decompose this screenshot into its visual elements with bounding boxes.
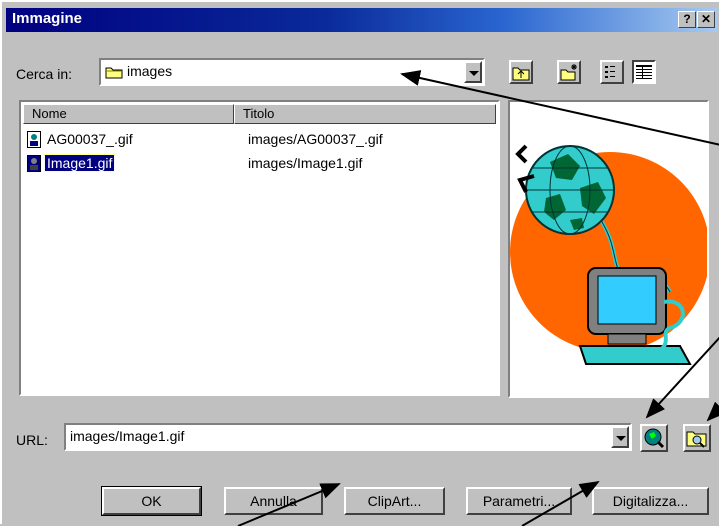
folder-search-icon bbox=[686, 431, 707, 448]
file-list[interactable]: Nome Titolo AG00037_.gif images/AG00037_… bbox=[19, 100, 500, 396]
details-view-button[interactable] bbox=[632, 60, 656, 84]
dialog-window: Immagine ? ✕ Cerca in: images Nome Titol… bbox=[0, 0, 719, 526]
ok-button[interactable]: OK bbox=[101, 486, 202, 516]
url-dropdown-button[interactable] bbox=[611, 426, 629, 448]
look-in-combo[interactable]: images bbox=[99, 58, 485, 86]
clipart-button[interactable]: ClipArt... bbox=[344, 487, 445, 515]
web-search-button[interactable] bbox=[640, 424, 668, 452]
browse-file-button[interactable] bbox=[683, 424, 711, 452]
url-value: images/Image1.gif bbox=[70, 428, 185, 444]
parameters-button[interactable]: Parametri... bbox=[466, 487, 572, 515]
clipart-computer-globe-image bbox=[510, 144, 710, 365]
file-title: images/Image1.gif bbox=[248, 155, 363, 171]
new-folder-icon bbox=[560, 64, 577, 81]
list-view-icon bbox=[605, 66, 615, 78]
file-name: Image1.gif bbox=[43, 154, 116, 172]
file-name: AG00037_.gif bbox=[47, 131, 133, 147]
list-view-button[interactable] bbox=[600, 60, 624, 84]
image-file-icon bbox=[27, 155, 41, 172]
folder-icon bbox=[105, 67, 123, 79]
new-folder-button[interactable] bbox=[557, 60, 581, 84]
scan-button[interactable]: Digitalizza... bbox=[592, 487, 709, 515]
title-bar[interactable]: Immagine ? ✕ bbox=[6, 8, 717, 32]
column-header-title[interactable]: Titolo bbox=[234, 104, 496, 124]
image-file-icon bbox=[27, 131, 41, 148]
details-view-icon bbox=[636, 65, 652, 79]
help-button[interactable]: ? bbox=[678, 11, 696, 28]
url-label: URL: bbox=[16, 432, 48, 448]
up-folder-icon bbox=[512, 67, 530, 81]
column-header-name[interactable]: Nome bbox=[23, 104, 234, 124]
file-title: images/AG00037_.gif bbox=[248, 131, 383, 147]
url-combo[interactable]: images/Image1.gif bbox=[64, 423, 632, 451]
look-in-label: Cerca in: bbox=[16, 66, 73, 82]
up-one-level-button[interactable] bbox=[509, 60, 533, 84]
image-preview bbox=[508, 100, 710, 398]
close-button[interactable]: ✕ bbox=[697, 11, 715, 28]
cancel-button[interactable]: Annulla bbox=[224, 487, 323, 515]
look-in-value: images bbox=[127, 63, 173, 79]
globe-search-icon bbox=[644, 428, 665, 449]
look-in-dropdown-button[interactable] bbox=[464, 61, 482, 83]
window-title: Immagine bbox=[12, 10, 83, 27]
